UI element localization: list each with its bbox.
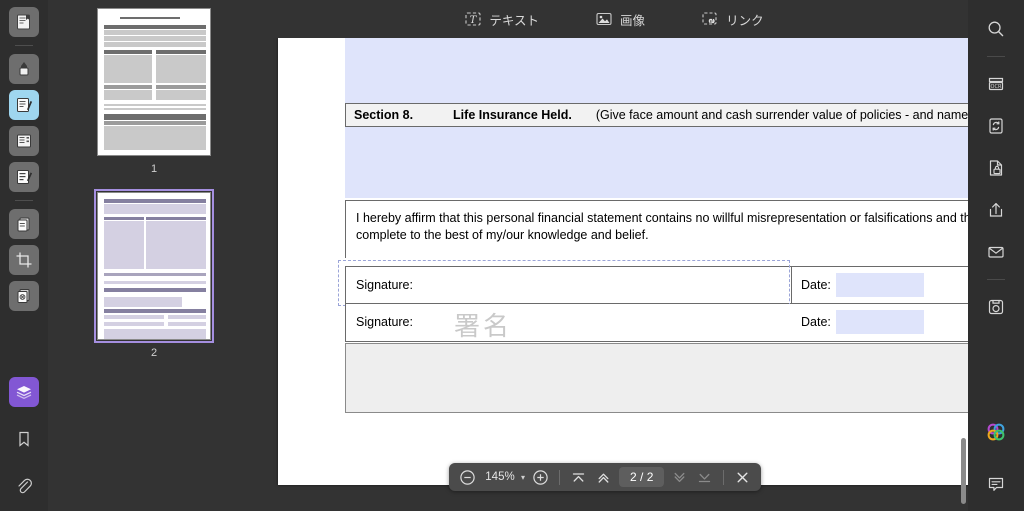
date-label-2: Date: <box>801 315 831 329</box>
attachment-icon[interactable] <box>9 471 39 501</box>
watermark-icon[interactable] <box>9 281 39 311</box>
document-viewport[interactable]: Section 8. Life Insurance Held. (Give fa… <box>260 38 968 511</box>
toolbar-divider-1 <box>559 469 561 485</box>
right-tool-rail: OCR <box>968 0 1024 511</box>
thumbnail-page-2[interactable]: 2 <box>94 189 214 360</box>
page-navigation-toolbar: 145% ▾ 2 / 2 <box>449 463 762 491</box>
footer-grey-block <box>345 343 968 413</box>
affirmation-text: I hereby affirm that this personal finan… <box>356 211 968 242</box>
section-8-number: Section 8. <box>354 108 414 122</box>
fill-color-icon[interactable] <box>9 54 39 84</box>
convert-file-icon[interactable] <box>981 111 1011 141</box>
pdf-page-2[interactable]: Section 8. Life Insurance Held. (Give fa… <box>278 38 968 485</box>
vertical-scrollbar[interactable] <box>961 438 966 504</box>
ai-assistant-icon[interactable] <box>981 417 1011 447</box>
signature-row-2[interactable]: Signature: 署名 Date: <box>345 304 968 342</box>
image-tool-label: 画像 <box>620 13 646 28</box>
page-thumbnail-panel[interactable]: 1 2 <box>48 0 260 511</box>
svg-text:OCR: OCR <box>991 84 1002 90</box>
signature-row-1-divider <box>791 267 792 303</box>
link-tool-icon <box>701 11 719 27</box>
rail-divider-2 <box>15 200 33 201</box>
right-rail-divider-1 <box>987 56 1005 57</box>
pdf-editor-window: 1 2 T テキスト 画像 リンク Section 8. Life Insura… <box>0 0 1024 511</box>
annotate-icon[interactable] <box>9 162 39 192</box>
image-tool-button[interactable]: 画像 <box>589 6 651 33</box>
text-tool-button[interactable]: T テキスト <box>458 6 545 33</box>
right-rail-divider-2 <box>987 279 1005 280</box>
extract-page-icon[interactable] <box>9 209 39 239</box>
signature-label-1: Signature: <box>356 278 413 292</box>
thumbnail-page-2-preview <box>94 189 214 343</box>
top-toolbar: T テキスト 画像 リンク <box>260 0 968 38</box>
link-tool-button[interactable]: リンク <box>695 6 770 33</box>
snapshot-icon[interactable] <box>981 292 1011 322</box>
zoom-out-button[interactable] <box>458 468 477 487</box>
signature-label-2: Signature: <box>356 315 413 329</box>
section-8-note: (Give face amount and cash surrender val… <box>595 108 968 122</box>
zoom-level-value[interactable]: 145% <box>483 471 517 483</box>
date-field-1[interactable] <box>836 273 924 297</box>
thumbnail-page-1[interactable]: 1 <box>96 8 212 176</box>
affirmation-block[interactable]: I hereby affirm that this personal finan… <box>345 200 968 258</box>
page-organize-icon[interactable] <box>9 7 39 37</box>
link-tool-label: リンク <box>726 13 764 28</box>
share-icon[interactable] <box>981 195 1011 225</box>
layers-icon[interactable] <box>9 377 39 407</box>
protect-file-icon[interactable] <box>981 153 1011 183</box>
edit-text-icon[interactable] <box>9 90 39 120</box>
signature-watermark-text: 署名 <box>454 312 513 342</box>
crop-icon[interactable] <box>9 245 39 275</box>
comment-icon[interactable] <box>981 469 1011 499</box>
thumbnail-page-2-number: 2 <box>150 347 158 359</box>
form-fields-icon[interactable] <box>9 126 39 156</box>
mail-icon[interactable] <box>981 237 1011 267</box>
thumbnail-page-1-preview <box>97 8 211 156</box>
toolbar-divider-2 <box>723 469 725 485</box>
bookmark-icon[interactable] <box>9 424 39 454</box>
text-tool-icon: T <box>464 11 482 27</box>
left-tool-rail <box>0 0 48 511</box>
last-page-button[interactable] <box>695 468 714 487</box>
image-tool-icon <box>595 11 613 27</box>
rail-divider-1 <box>15 45 33 46</box>
ocr-icon[interactable]: OCR <box>981 69 1011 99</box>
section-8-header-row[interactable]: Section 8. Life Insurance Held. (Give fa… <box>345 103 968 127</box>
date-field-2[interactable] <box>836 310 924 334</box>
close-toolbar-button[interactable] <box>733 468 752 487</box>
prev-page-button[interactable] <box>594 468 613 487</box>
next-page-button[interactable] <box>670 468 689 487</box>
page-indicator[interactable]: 2 / 2 <box>619 467 665 487</box>
search-icon[interactable] <box>981 14 1011 44</box>
svg-text:T: T <box>470 15 478 26</box>
zoom-in-button[interactable] <box>531 468 550 487</box>
date-label-1: Date: <box>801 278 831 292</box>
first-page-button[interactable] <box>569 468 588 487</box>
thumbnail-page-1-number: 1 <box>150 163 158 175</box>
signature-row-1[interactable]: Signature: Date: <box>345 266 968 304</box>
section-8-title: Life Insurance Held. <box>453 108 572 122</box>
text-tool-label: テキスト <box>489 13 540 28</box>
chevron-down-icon[interactable]: ▾ <box>521 473 525 482</box>
